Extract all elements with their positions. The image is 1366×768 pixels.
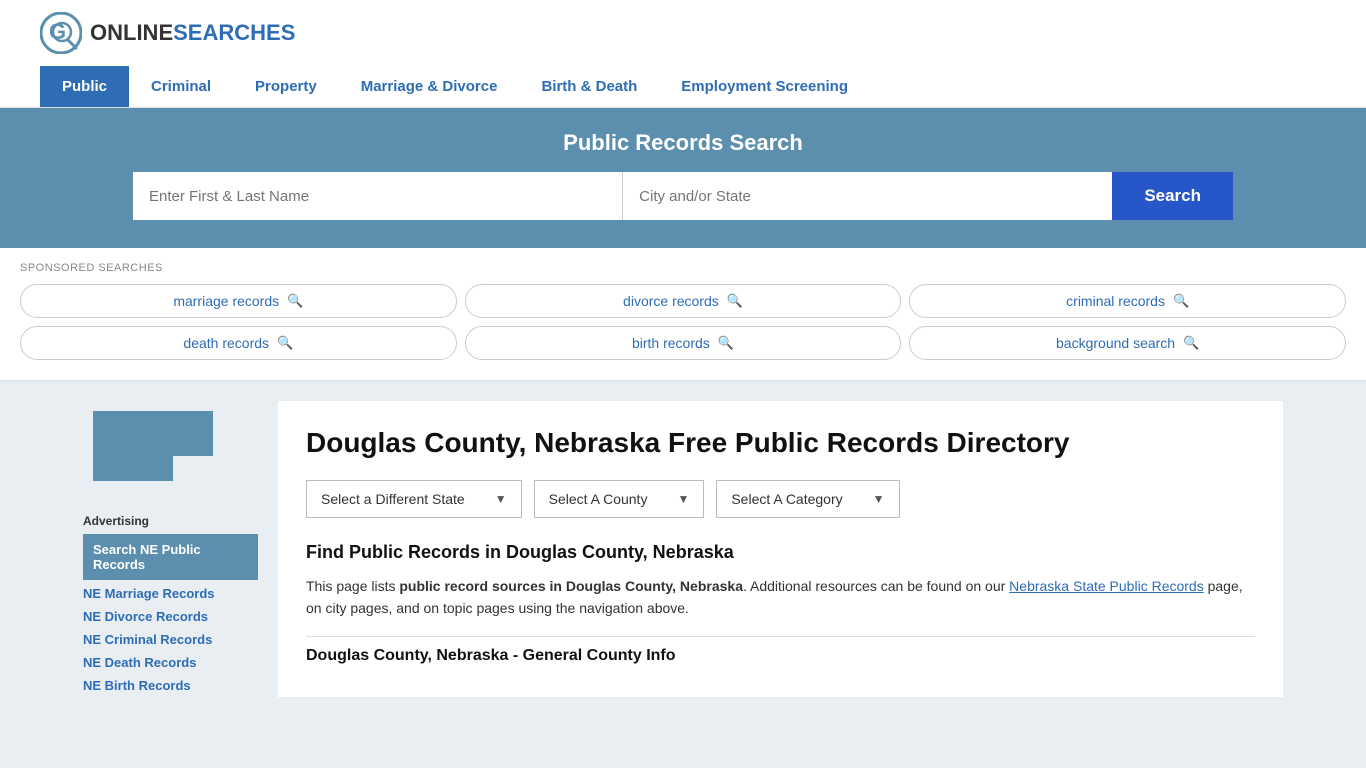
county-dropdown[interactable]: Select A County ▼ [534,480,705,518]
sponsored-label: SPONSORED SEARCHES [20,262,1346,274]
search-bar: Search [133,172,1233,220]
dropdown-row: Select a Different State ▼ Select A Coun… [306,480,1255,518]
sponsored-tag-background[interactable]: background search 🔍 [909,326,1346,360]
search-icon-criminal: 🔍 [1173,293,1189,309]
sponsored-tag-death[interactable]: death records 🔍 [20,326,457,360]
name-search-input[interactable] [133,172,623,220]
search-icon-birth: 🔍 [718,335,734,351]
header: G ONLINESEARCHES [0,0,1366,66]
find-heading: Find Public Records in Douglas County, N… [306,542,1255,563]
nebraska-records-link[interactable]: Nebraska State Public Records [1009,578,1204,594]
content-area: Advertising Search NE Public Records NE … [63,381,1303,717]
ad-link-criminal[interactable]: NE Criminal Records [83,628,258,651]
hero-title: Public Records Search [40,130,1326,156]
sponsored-tag-marriage[interactable]: marriage records 🔍 [20,284,457,318]
ad-link-birth[interactable]: NE Birth Records [83,674,258,697]
advertising-label: Advertising [83,514,258,528]
logo-icon: G [40,12,82,54]
ad-highlight[interactable]: Search NE Public Records [83,534,258,580]
nav-item-public[interactable]: Public [40,66,129,107]
state-map [83,401,258,496]
search-button[interactable]: Search [1112,172,1233,220]
ad-link-death[interactable]: NE Death Records [83,651,258,674]
search-icon-divorce: 🔍 [727,293,743,309]
nav-item-property[interactable]: Property [233,66,339,107]
nav-item-criminal[interactable]: Criminal [129,66,233,107]
category-dropdown[interactable]: Select A Category ▼ [716,480,899,518]
general-info-heading: Douglas County, Nebraska - General Count… [306,636,1255,665]
ad-link-divorce[interactable]: NE Divorce Records [83,605,258,628]
main-nav: Public Criminal Property Marriage & Divo… [0,66,1366,108]
sponsored-tag-criminal[interactable]: criminal records 🔍 [909,284,1346,318]
state-dropdown[interactable]: Select a Different State ▼ [306,480,522,518]
logo: G ONLINESEARCHES [40,12,295,54]
page-title: Douglas County, Nebraska Free Public Rec… [306,425,1255,460]
state-dropdown-arrow: ▼ [495,492,507,506]
location-search-input[interactable] [623,172,1112,220]
nebraska-map-icon [83,401,223,491]
sponsored-tag-divorce[interactable]: divorce records 🔍 [465,284,902,318]
hero-section: Public Records Search Search [0,108,1366,248]
sponsored-grid: marriage records 🔍 divorce records 🔍 cri… [20,284,1346,360]
description-text: This page lists public record sources in… [306,575,1255,620]
search-icon-marriage: 🔍 [287,293,303,309]
county-dropdown-arrow: ▼ [677,492,689,506]
search-icon-death: 🔍 [277,335,293,351]
logo-text: ONLINESEARCHES [90,20,295,46]
nav-item-birth-death[interactable]: Birth & Death [519,66,659,107]
sidebar: Advertising Search NE Public Records NE … [83,401,258,697]
main-content: Douglas County, Nebraska Free Public Rec… [278,401,1283,697]
category-dropdown-arrow: ▼ [873,492,885,506]
ad-link-marriage[interactable]: NE Marriage Records [83,582,258,605]
nav-item-marriage-divorce[interactable]: Marriage & Divorce [339,66,520,107]
search-icon-background: 🔍 [1183,335,1199,351]
sponsored-tag-birth[interactable]: birth records 🔍 [465,326,902,360]
sponsored-section: SPONSORED SEARCHES marriage records 🔍 di… [0,248,1366,380]
nav-item-employment[interactable]: Employment Screening [659,66,870,107]
